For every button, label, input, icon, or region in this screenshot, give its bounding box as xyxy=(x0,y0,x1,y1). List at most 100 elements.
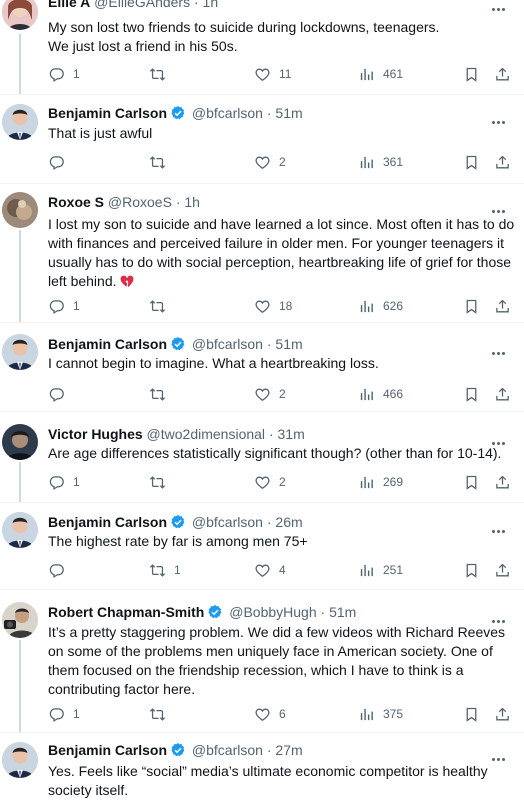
user-handle[interactable]: @two2dimensional xyxy=(147,426,266,442)
user-handle[interactable]: @bfcarlson xyxy=(192,742,263,758)
share-button[interactable] xyxy=(494,560,511,580)
more-icon[interactable] xyxy=(492,342,510,355)
share-button[interactable] xyxy=(494,384,511,404)
timestamp[interactable]: 1h xyxy=(184,194,200,210)
more-icon[interactable] xyxy=(492,0,510,11)
user-handle[interactable]: @bfcarlson xyxy=(192,105,263,121)
more-icon[interactable] xyxy=(492,432,510,445)
timestamp[interactable]: 26m xyxy=(275,514,302,530)
like-button[interactable]: 6 xyxy=(254,704,286,724)
timestamp[interactable]: 31m xyxy=(278,426,305,442)
user-handle[interactable]: @EllieGAnders xyxy=(94,0,190,10)
share-button[interactable] xyxy=(494,704,511,724)
reply-icon xyxy=(48,66,65,83)
user-handle[interactable]: @RoxoeS xyxy=(108,194,172,210)
view-count: 466 xyxy=(383,387,404,401)
tweet-text: My son lost two friends to suicide durin… xyxy=(48,19,440,54)
like-count: 2 xyxy=(279,155,286,169)
reply-button[interactable]: 1 xyxy=(48,296,80,316)
timestamp[interactable]: 27m xyxy=(275,742,302,758)
more-icon[interactable] xyxy=(492,111,510,124)
views-button[interactable]: 461 xyxy=(358,64,403,84)
avatar[interactable] xyxy=(2,334,38,370)
user-handle[interactable]: @bfcarlson xyxy=(192,514,263,530)
avatar[interactable] xyxy=(2,192,38,228)
share-button[interactable] xyxy=(494,296,511,316)
views-button[interactable]: 251 xyxy=(358,560,403,580)
retweet-button[interactable] xyxy=(149,152,174,172)
display-name[interactable]: Roxoe S xyxy=(48,194,104,210)
reply-button[interactable] xyxy=(48,384,73,404)
tweet-text: Yes. Feels like “social” media’s ultimat… xyxy=(48,763,488,798)
like-button[interactable]: 2 xyxy=(254,384,286,404)
more-icon[interactable] xyxy=(492,520,510,533)
views-button[interactable]: 361 xyxy=(358,152,403,172)
views-icon xyxy=(358,562,375,579)
avatar[interactable] xyxy=(2,104,38,140)
display-name[interactable]: Benjamin Carlson xyxy=(48,336,167,352)
bookmark-button[interactable] xyxy=(463,472,480,492)
reply-icon xyxy=(48,298,65,315)
user-handle[interactable]: @BobbyHugh xyxy=(229,604,316,620)
views-button[interactable]: 375 xyxy=(358,704,403,724)
verified-badge-icon xyxy=(170,336,186,352)
more-icon[interactable] xyxy=(492,610,510,623)
share-button[interactable] xyxy=(494,472,511,492)
action-bar: 1 2 269 xyxy=(48,472,518,492)
retweet-button[interactable]: 1 xyxy=(149,560,181,580)
thread-line xyxy=(19,640,21,732)
views-icon xyxy=(358,298,375,315)
like-button[interactable]: 2 xyxy=(254,152,286,172)
more-icon[interactable] xyxy=(492,748,510,761)
share-button[interactable] xyxy=(494,64,511,84)
avatar[interactable] xyxy=(2,602,38,638)
retweet-button[interactable] xyxy=(149,296,174,316)
retweet-button[interactable] xyxy=(149,472,174,492)
reply-button[interactable] xyxy=(48,152,73,172)
like-button[interactable]: 18 xyxy=(254,296,292,316)
action-bar: 1 6 375 xyxy=(48,704,518,724)
share-button[interactable] xyxy=(494,152,511,172)
timestamp[interactable]: 51m xyxy=(275,105,302,121)
avatar[interactable] xyxy=(2,742,38,778)
avatar[interactable] xyxy=(2,424,38,460)
display-name[interactable]: Benjamin Carlson xyxy=(48,105,167,121)
reply-button[interactable]: 1 xyxy=(48,64,80,84)
user-handle[interactable]: @bfcarlson xyxy=(192,336,263,352)
more-icon[interactable] xyxy=(492,200,510,213)
like-button[interactable]: 4 xyxy=(254,560,286,580)
display-name[interactable]: Robert Chapman-Smith xyxy=(48,604,204,620)
divider xyxy=(0,183,524,184)
reply-button[interactable]: 1 xyxy=(48,704,80,724)
display-name[interactable]: Benjamin Carlson xyxy=(48,514,167,530)
bookmark-button[interactable] xyxy=(463,64,480,84)
bookmark-button[interactable] xyxy=(463,704,480,724)
views-button[interactable]: 466 xyxy=(358,384,403,404)
bookmark-button[interactable] xyxy=(463,152,480,172)
retweet-icon xyxy=(149,154,166,171)
display-name[interactable]: Benjamin Carlson xyxy=(48,742,167,758)
avatar[interactable] xyxy=(2,0,38,30)
avatar[interactable] xyxy=(2,512,38,548)
divider xyxy=(0,411,524,412)
timestamp[interactable]: 51m xyxy=(275,336,302,352)
timestamp[interactable]: 51m xyxy=(329,604,356,620)
reply-button[interactable]: 1 xyxy=(48,472,80,492)
like-button[interactable]: 2 xyxy=(254,472,286,492)
retweet-button[interactable] xyxy=(149,704,174,724)
views-button[interactable]: 269 xyxy=(358,472,403,492)
reply-button[interactable] xyxy=(48,560,73,580)
timestamp[interactable]: 1h xyxy=(203,0,219,10)
bookmark-button[interactable] xyxy=(463,384,480,404)
display-name[interactable]: Ellie A xyxy=(48,0,90,10)
display-name[interactable]: Victor Hughes xyxy=(48,426,143,442)
retweet-button[interactable] xyxy=(149,384,174,404)
bookmark-button[interactable] xyxy=(463,560,480,580)
action-bar: 1 18 626 xyxy=(48,296,518,316)
views-button[interactable]: 626 xyxy=(358,296,403,316)
retweet-button[interactable] xyxy=(149,64,174,84)
view-count: 251 xyxy=(383,563,404,577)
like-button[interactable]: 11 xyxy=(254,64,291,84)
bookmark-button[interactable] xyxy=(463,296,480,316)
tweet-header: Roxoe S @RoxoeS · 1h xyxy=(48,192,200,212)
